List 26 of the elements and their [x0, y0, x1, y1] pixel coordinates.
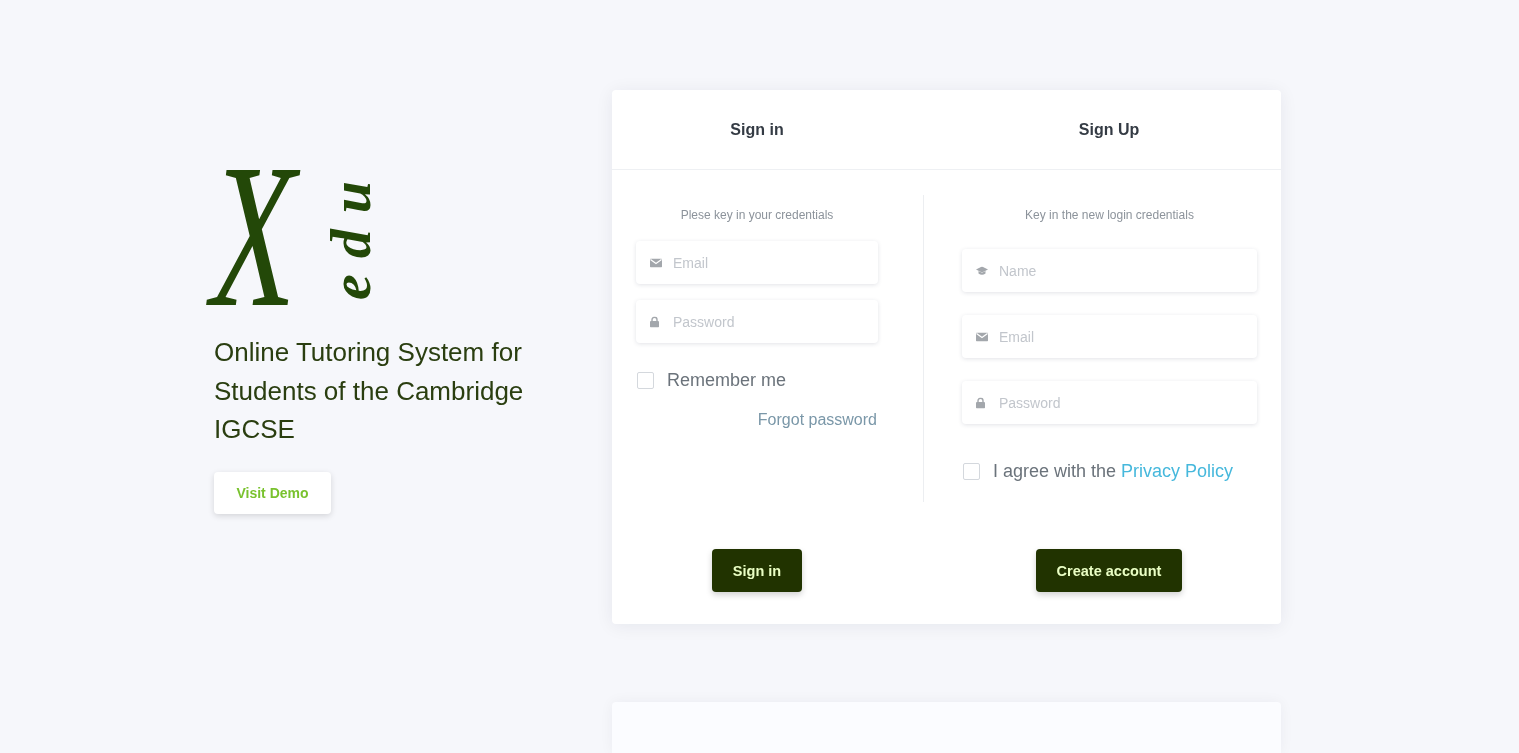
email-field[interactable]: Email [962, 315, 1257, 358]
sign-in-subtitle: Plese key in your credentials [679, 208, 835, 222]
password-field[interactable]: Password [962, 381, 1257, 424]
create-account-button[interactable]: Create account [1035, 549, 1183, 592]
name-field[interactable]: Name [962, 249, 1257, 292]
sign-in-button[interactable]: Sign in [711, 549, 803, 592]
agree-label: I agree with the Privacy Policy [993, 461, 1234, 481]
forgot-password-link[interactable]: Forgot password [757, 410, 877, 430]
sign-in-heading: Sign in [730, 120, 784, 139]
logo-letter: X [208, 154, 310, 318]
logo-wordmark: edu [328, 164, 375, 302]
lock-icon [650, 316, 659, 327]
envelope-icon [976, 332, 988, 341]
sign-up-subtitle: Key in the new login credentials [1024, 208, 1195, 222]
privacy-policy-link[interactable]: Privacy Policy [1121, 461, 1234, 481]
remember-label: Remember me [667, 370, 787, 390]
tagline: Online Tutoring System for Students of the Cambridge IGCSE [214, 336, 525, 446]
envelope-icon [650, 258, 662, 267]
visit-demo-button[interactable]: Visit Demo [214, 471, 331, 514]
agree-checkbox[interactable] [963, 462, 980, 480]
lock-icon [976, 397, 985, 408]
sign-up-heading: Sign Up [1078, 120, 1140, 139]
graduation-cap-icon [976, 266, 988, 275]
email-field[interactable]: Email [636, 241, 878, 284]
password-field[interactable]: Password [636, 300, 878, 343]
remember-checkbox[interactable] [637, 371, 654, 389]
